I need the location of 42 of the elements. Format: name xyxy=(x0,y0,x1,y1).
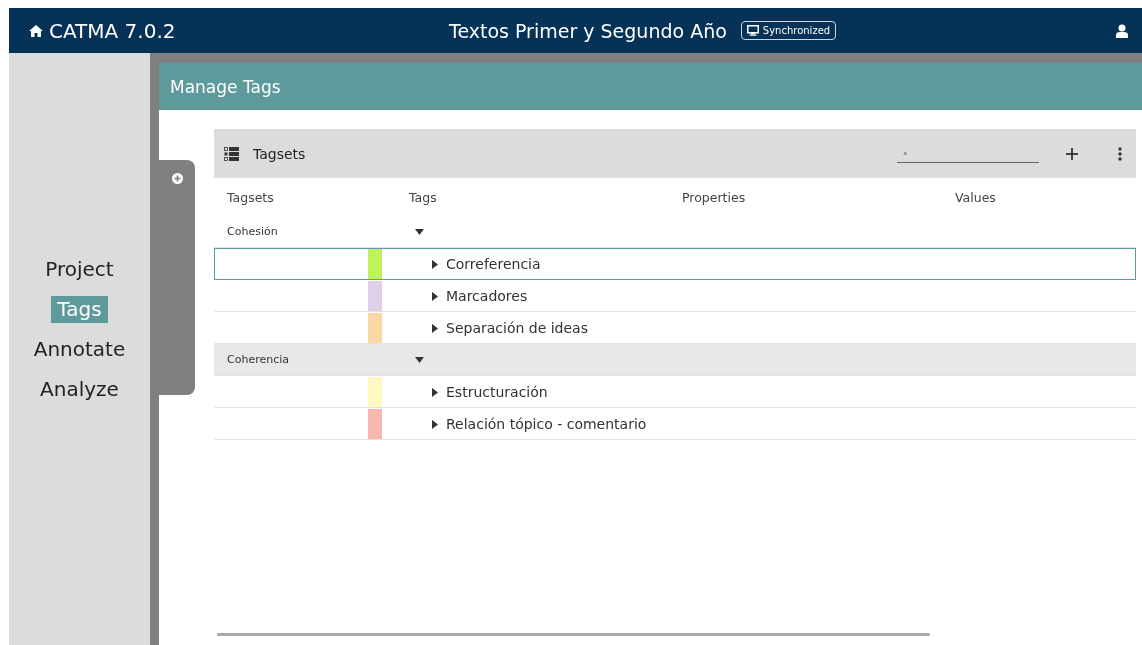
user-icon[interactable] xyxy=(1116,23,1128,38)
column-header[interactable]: Properties xyxy=(682,189,746,205)
caret-right-icon[interactable] xyxy=(432,291,438,301)
home-icon[interactable] xyxy=(29,24,43,37)
tag-name: Separación de ideas xyxy=(446,320,588,336)
add-icon[interactable] xyxy=(1066,147,1078,160)
more-icon[interactable] xyxy=(1118,146,1122,161)
drawer-handle[interactable] xyxy=(159,160,195,395)
nav-item[interactable]: Analyze xyxy=(34,375,125,403)
tagset-name: Coherencia xyxy=(227,353,290,366)
horizontal-scrollbar[interactable] xyxy=(217,633,930,636)
column-header[interactable]: Tags xyxy=(409,189,437,205)
panel-title: Tagsets xyxy=(253,145,307,162)
add-circle-icon[interactable] xyxy=(171,173,183,184)
column-header[interactable]: Values xyxy=(955,189,996,205)
app-title: CATMA 7.0.2 xyxy=(49,18,176,43)
tagset-row[interactable]: Cohesión xyxy=(214,216,1136,248)
tag-name: Marcadores xyxy=(446,288,528,304)
column-header[interactable]: Tagsets xyxy=(227,189,274,205)
tagset-name: Cohesión xyxy=(227,225,279,238)
tagset-row[interactable]: Coherencia xyxy=(214,344,1136,376)
list-icon xyxy=(224,146,239,161)
tag-name: Estructuración xyxy=(446,384,548,400)
caret-right-icon[interactable] xyxy=(432,387,438,397)
tag-row[interactable]: Marcadores xyxy=(214,280,1136,312)
page-title: Manage Tags xyxy=(170,76,281,97)
search-field[interactable]: ⌕ xyxy=(897,144,1039,163)
nav-item[interactable]: Annotate xyxy=(27,335,132,363)
tag-name: Correferencia xyxy=(446,256,541,272)
caret-down-icon[interactable] xyxy=(415,228,424,235)
caret-right-icon[interactable] xyxy=(432,323,438,333)
tag-row[interactable]: Relación tópico - comentario xyxy=(214,408,1136,440)
caret-right-icon[interactable] xyxy=(432,419,438,429)
tag-row[interactable]: Correferencia xyxy=(214,248,1136,280)
caret-down-icon[interactable] xyxy=(415,356,424,363)
tag-row[interactable]: Estructuración xyxy=(214,376,1136,408)
tag-name: Relación tópico - comentario xyxy=(446,416,647,432)
nav-item[interactable]: Project xyxy=(39,255,120,283)
project-title: Textos Primer y Segundo Año xyxy=(449,19,727,42)
sync-status-badge: Synchronized xyxy=(740,21,837,40)
monitor-icon xyxy=(746,25,759,36)
caret-right-icon[interactable] xyxy=(432,259,438,269)
